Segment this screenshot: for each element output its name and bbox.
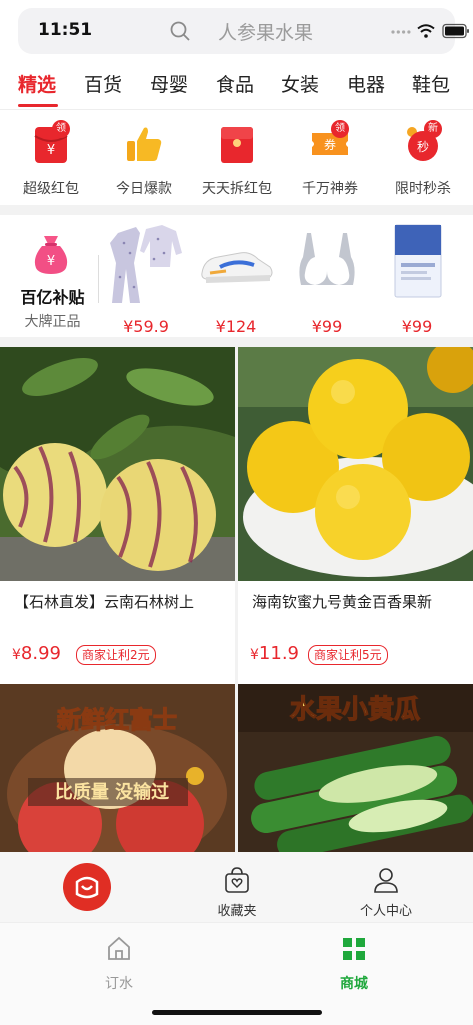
home-indicator (152, 1010, 322, 1015)
product-card[interactable]: 海南钦蜜九号黄金百香果新 ¥11.9 商家让利5元 (238, 347, 473, 680)
search-icon (170, 21, 190, 41)
shortcut-daily-red-packet[interactable]: 天天拆红包 (192, 122, 282, 202)
product-card[interactable]: 水果小黄瓜 (238, 684, 473, 852)
bag-heart-icon (225, 867, 249, 893)
cucumber-image: 水果小黄瓜 (238, 684, 473, 852)
badge-claim: 领 (331, 120, 349, 138)
yellow-passion-fruit-image (238, 347, 473, 581)
tab-indicator (18, 104, 58, 107)
product-price: ¥99 (311, 317, 343, 336)
pajamas-image (110, 225, 182, 303)
favorites-button[interactable]: 收藏夹 (205, 862, 269, 919)
svg-text:秒: 秒 (417, 140, 429, 154)
money-bag-icon: ¥ (34, 236, 68, 274)
shortcut-label: 今日爆款 (116, 181, 172, 197)
subsidy-subtitle: 大牌正品 (24, 314, 81, 330)
tab-general[interactable]: 百货 (84, 70, 122, 97)
nav-label: 订水 (105, 976, 133, 992)
red-fuji-apple-image: 新鲜红富士 比质量 没输过 (0, 684, 235, 852)
svg-text:新鲜红富士: 新鲜红富士 (57, 706, 177, 734)
shortcut-super-red-envelope[interactable]: ¥ 领 超级红包 (6, 120, 96, 202)
signal-icon (391, 30, 411, 34)
product-price: ¥59.9 (123, 317, 169, 336)
product-card[interactable]: 【石林直发】云南石林树上 ¥8.99 商家让利2元 (0, 347, 235, 680)
product-price: ¥11.9 (250, 643, 299, 664)
sneaker-image (201, 252, 273, 283)
search-box[interactable]: 11:51 人参果水果 (18, 8, 469, 54)
divider (0, 109, 473, 110)
subsidy-title: 百亿补贴 (20, 288, 85, 307)
top-bar: 11:51 人参果水果 (0, 0, 473, 60)
divider (98, 255, 99, 303)
shortcut-label: 千万神券 (302, 181, 358, 197)
nav-mall[interactable]: 商城 (319, 931, 389, 992)
subsidy-strip[interactable]: ¥ 百亿补贴 大牌正品 ¥59.9 ¥124 ¥99 ¥99 (0, 215, 473, 337)
red-packet-icon (221, 127, 253, 163)
tab-food[interactable]: 食品 (216, 70, 254, 97)
wifi-icon (417, 24, 435, 38)
shortcut-label: 超级红包 (23, 181, 79, 197)
product-title: 海南钦蜜九号黄金百香果新 (252, 593, 433, 611)
category-tabs: 精选 百货 母婴 食品 女装 电器 鞋包 (0, 60, 473, 110)
home-icon (108, 936, 130, 960)
subsidy-product[interactable]: ¥99 (373, 223, 461, 336)
badge-claim: 领 (52, 120, 70, 138)
badge-new: 新 (424, 120, 442, 138)
user-icon (374, 868, 398, 893)
tab-shoes-bags[interactable]: 鞋包 (412, 70, 450, 97)
svg-text:水果小黄瓜: 水果小黄瓜 (290, 695, 420, 725)
thumbs-up-icon (127, 127, 162, 161)
svg-text:¥: ¥ (47, 143, 55, 158)
product-title: 【石林直发】云南石林树上 (14, 593, 195, 611)
section-gap (0, 205, 473, 215)
shortcut-flash-sale[interactable]: 秒 新 限时秒杀 (378, 120, 468, 202)
facial-mask-image (394, 224, 442, 298)
profile-button[interactable]: 个人中心 (350, 862, 422, 919)
subsidy-product[interactable]: ¥99 (283, 223, 371, 336)
status-time: 11:51 (38, 20, 93, 40)
nav-order-water[interactable]: 订水 (84, 931, 154, 992)
shortcut-today-hot[interactable]: 今日爆款 (99, 122, 189, 202)
product-price: ¥124 (215, 317, 257, 336)
svg-text:券: 券 (324, 137, 336, 152)
svg-text:¥: ¥ (47, 254, 55, 269)
grid-icon (343, 938, 365, 960)
shortcut-label: 天天拆红包 (202, 181, 272, 197)
product-card[interactable]: 新鲜红富士 比质量 没输过 (0, 684, 235, 852)
product-price: ¥99 (401, 317, 433, 336)
pinduoduo-logo[interactable] (62, 862, 112, 912)
svg-text:比质量 没输过: 比质量 没输过 (55, 781, 169, 803)
nav-label: 商城 (340, 976, 368, 992)
section-gap (0, 337, 473, 347)
product-price: ¥8.99 (12, 643, 61, 664)
tab-appliances[interactable]: 电器 (347, 70, 385, 97)
bra-image (299, 233, 355, 285)
tab-selected[interactable]: 精选 (18, 70, 56, 97)
tab-baby[interactable]: 母婴 (150, 70, 188, 97)
subsidy-product[interactable]: ¥124 (192, 223, 280, 336)
search-input[interactable]: 人参果水果 (218, 18, 313, 45)
shortcut-label: 限时秒杀 (395, 181, 451, 197)
pepino-melon-image (0, 347, 235, 581)
subsidy-product[interactable]: ¥59.9 (102, 223, 190, 336)
mini-app-bar: 收藏夹 个人中心 (0, 852, 473, 922)
battery-icon (442, 23, 469, 39)
discount-tag: 商家让利2元 (76, 645, 156, 665)
grid-divider (235, 347, 238, 852)
discount-tag: 商家让利5元 (308, 645, 388, 665)
shortcut-coupons[interactable]: 券 领 千万神券 (285, 120, 375, 202)
favorites-label: 收藏夹 (217, 904, 257, 919)
profile-label: 个人中心 (359, 904, 412, 919)
tab-women[interactable]: 女装 (281, 70, 319, 97)
